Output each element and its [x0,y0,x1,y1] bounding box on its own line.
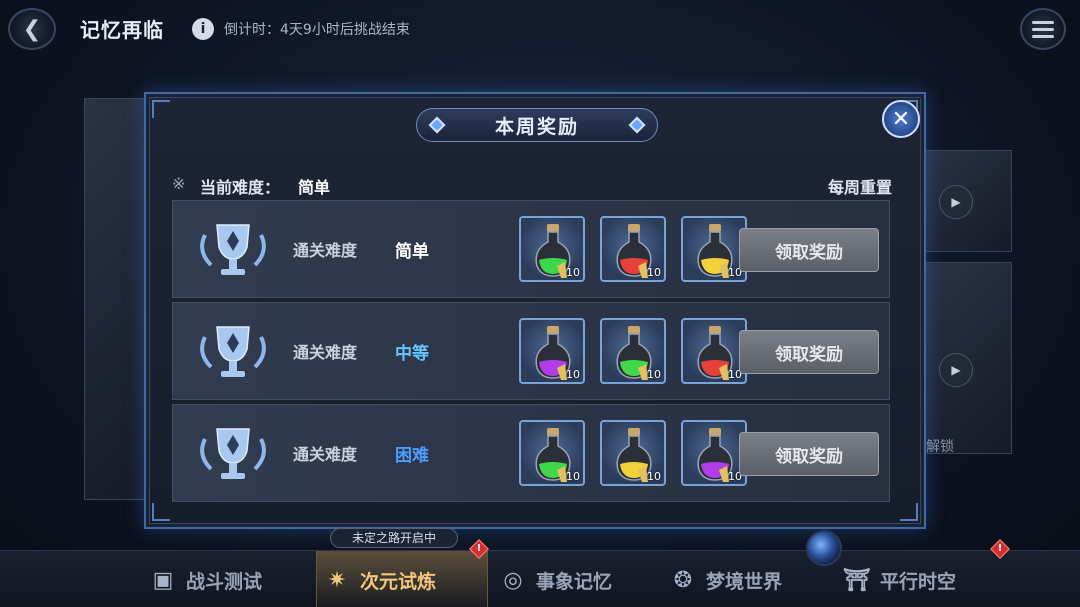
corner-ornament [152,503,170,521]
item-quantity: 10 [647,470,661,483]
reward-row: 通关难度 困难 10 10 10 领取奖励 [172,404,890,502]
reward-item[interactable]: 10 [681,318,747,384]
item-quantity: 10 [566,470,580,483]
bottom-nav: ▣ 战斗测试 ✷ 次元试炼 ◎ 事象记忆 ❂ 梦境世界 ⛩ 平行时空 [0,550,1080,607]
nav-tab[interactable]: ✷ 次元试炼 [322,559,436,601]
diamond-icon [628,116,646,134]
close-icon: ✕ [891,106,911,132]
current-difficulty-value: 简单 [298,178,331,197]
nav-tab-label: 事象记忆 [536,570,613,593]
diamond-icon [428,116,446,134]
swirl-icon: ◎ [503,567,523,593]
nav-tab[interactable]: ❂ 梦境世界 [668,559,782,601]
corner-ornament [900,503,918,521]
reward-item[interactable]: 10 [681,216,747,282]
gear-emblem-icon: ❂ [673,567,693,593]
reward-item[interactable]: 10 [600,318,666,384]
info-icon[interactable]: i [192,18,214,40]
clear-difficulty-label: 通关难度 [293,343,358,362]
gate-icon: ⛩ [843,567,871,593]
trophy-icon [193,217,273,283]
modal-title: 本周奖励 [494,115,579,138]
current-difficulty-label: 当前难度： [200,178,281,197]
claim-reward-button[interactable]: 领取奖励 [739,330,879,374]
clear-difficulty-label: 通关难度 [293,241,358,260]
play-icon[interactable]: ▶ [939,185,973,219]
nav-tab-label: 梦境世界 [706,570,783,593]
background-card-right-top: ▶ [924,150,1012,252]
nav-tab-label: 平行时空 [880,570,957,593]
cube-icon: ▣ [152,567,174,593]
nav-tab[interactable]: ⛩ 平行时空 [842,559,956,601]
item-quantity: 10 [566,266,580,279]
reward-item[interactable]: 10 [519,216,585,282]
clear-difficulty-value: 困难 [395,446,429,466]
unlock-text: 解锁 [926,439,954,455]
reward-item[interactable]: 10 [600,216,666,282]
reward-row: 通关难度 中等 10 10 10 领取奖励 [172,302,890,400]
nav-tab[interactable]: ▣ 战斗测试 [148,559,262,601]
menu-button[interactable] [1020,8,1066,50]
nav-tab-label: 战斗测试 [186,570,263,593]
countdown-text: 倒计时：4天9小时后挑战结束 [224,22,410,38]
weekly-reset-text: 每周重置 [827,178,892,197]
weekly-rewards-modal: 本周奖励 ✕ ※ 当前难度： 简单 每周重置 通关难度 简单 10 10 10 领取奖励通… [144,92,926,529]
background-card-right-bottom: ▶ [924,262,1012,454]
item-quantity: 10 [566,368,580,381]
top-bar: ❮ 记忆再临 i 倒计时：4天9小时后挑战结束 [0,0,1080,56]
star-compass-icon: ✷ [327,567,347,593]
reward-row: 通关难度 简单 10 10 10 领取奖励 [172,200,890,298]
clear-difficulty-value: 中等 [395,344,429,364]
reward-item[interactable]: 10 [519,420,585,486]
reward-item[interactable]: 10 [519,318,585,384]
snowflake-icon: ※ [172,174,186,193]
item-quantity: 10 [647,266,661,279]
trophy-icon [193,319,273,385]
claim-reward-button[interactable]: 领取奖励 [739,228,879,272]
nav-tab-label: 次元试炼 [360,570,437,593]
orb-icon[interactable] [806,530,842,566]
current-difficulty-row: ※ 当前难度： 简单 每周重置 [172,174,902,197]
page-title: 记忆再临 [80,18,164,42]
clear-difficulty-label: 通关难度 [293,445,358,464]
menu-icon [1032,20,1054,24]
close-button[interactable]: ✕ [882,100,920,138]
reward-item[interactable]: 10 [681,420,747,486]
modal-title-bar: 本周奖励 [416,108,658,142]
claim-reward-button[interactable]: 领取奖励 [739,432,879,476]
item-quantity: 10 [647,368,661,381]
corner-ornament [152,100,170,118]
reward-item[interactable]: 10 [600,420,666,486]
clear-difficulty-value: 简单 [395,242,429,262]
nav-tab[interactable]: ◎ 事象记忆 [498,559,612,601]
event-status-pill: 未定之路开启中 [330,528,458,548]
play-icon[interactable]: ▶ [939,353,973,387]
back-arrow-icon: ❮ [22,16,42,42]
trophy-icon [193,421,273,487]
back-button[interactable]: ❮ [8,8,56,50]
